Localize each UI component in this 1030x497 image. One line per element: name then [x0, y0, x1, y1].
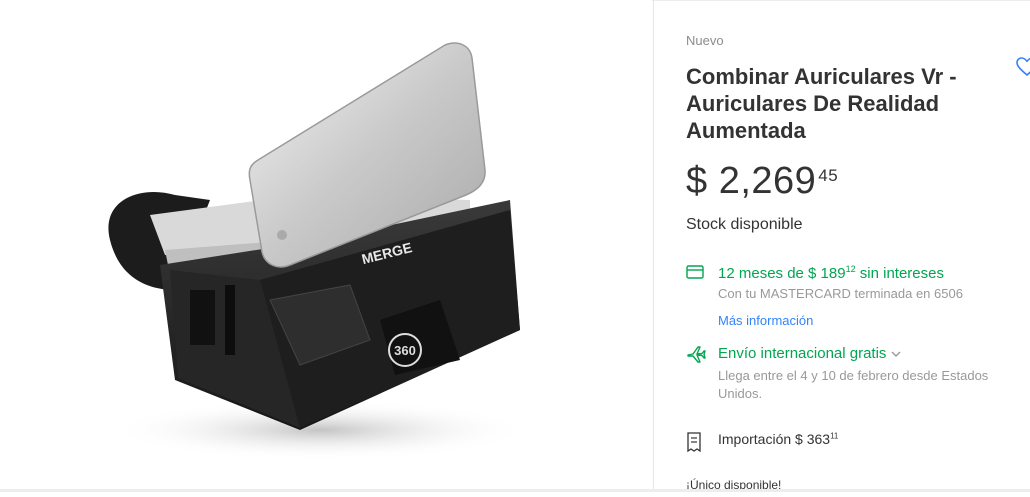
stock-status: Stock disponible: [686, 216, 803, 233]
credit-card-icon: [686, 265, 704, 284]
chevron-down-icon[interactable]: [891, 345, 901, 362]
price: $ 2,269 45: [686, 160, 838, 203]
card-detail: Con tu MASTERCARD terminada en 6506: [718, 286, 963, 301]
product-title: Combinar Auriculares Vr - Auriculares De…: [686, 64, 957, 143]
airplane-icon: [686, 345, 706, 368]
installments-prefix: 12 meses de $ 189: [718, 265, 846, 282]
shipping-detail: Llega entre el 4 y 10 de febrero desde E…: [718, 368, 989, 401]
image-badge-text: 360: [394, 343, 416, 358]
shipping-offer[interactable]: Envío internacional gratis: [718, 345, 901, 362]
installments-offer: 12 meses de $ 18912 sin intereses: [718, 264, 944, 282]
column-divider: [653, 0, 654, 492]
receipt-icon: [686, 432, 702, 457]
price-cents: 45: [818, 166, 839, 185]
more-info-link[interactable]: Más información: [718, 313, 813, 328]
product-info-panel: Nuevo Combinar Auriculares Vr - Auricula…: [686, 0, 1030, 492]
installments-suffix: sin intereses: [855, 265, 944, 282]
installments-cents: 12: [845, 264, 856, 274]
product-image[interactable]: 360 MERGE: [0, 0, 652, 492]
product-image-gallery[interactable]: 360 MERGE: [0, 0, 652, 492]
price-currency: $: [686, 160, 708, 202]
import-label: Importación $ 363: [718, 431, 831, 447]
import-cents: 11: [830, 431, 839, 441]
import-fee: Importación $ 36311: [718, 431, 838, 447]
condition-label: Nuevo: [686, 33, 724, 48]
heart-icon[interactable]: [1016, 57, 1030, 82]
shipping-label[interactable]: Envío internacional gratis: [718, 345, 886, 362]
price-integer: 2,269: [718, 160, 817, 202]
